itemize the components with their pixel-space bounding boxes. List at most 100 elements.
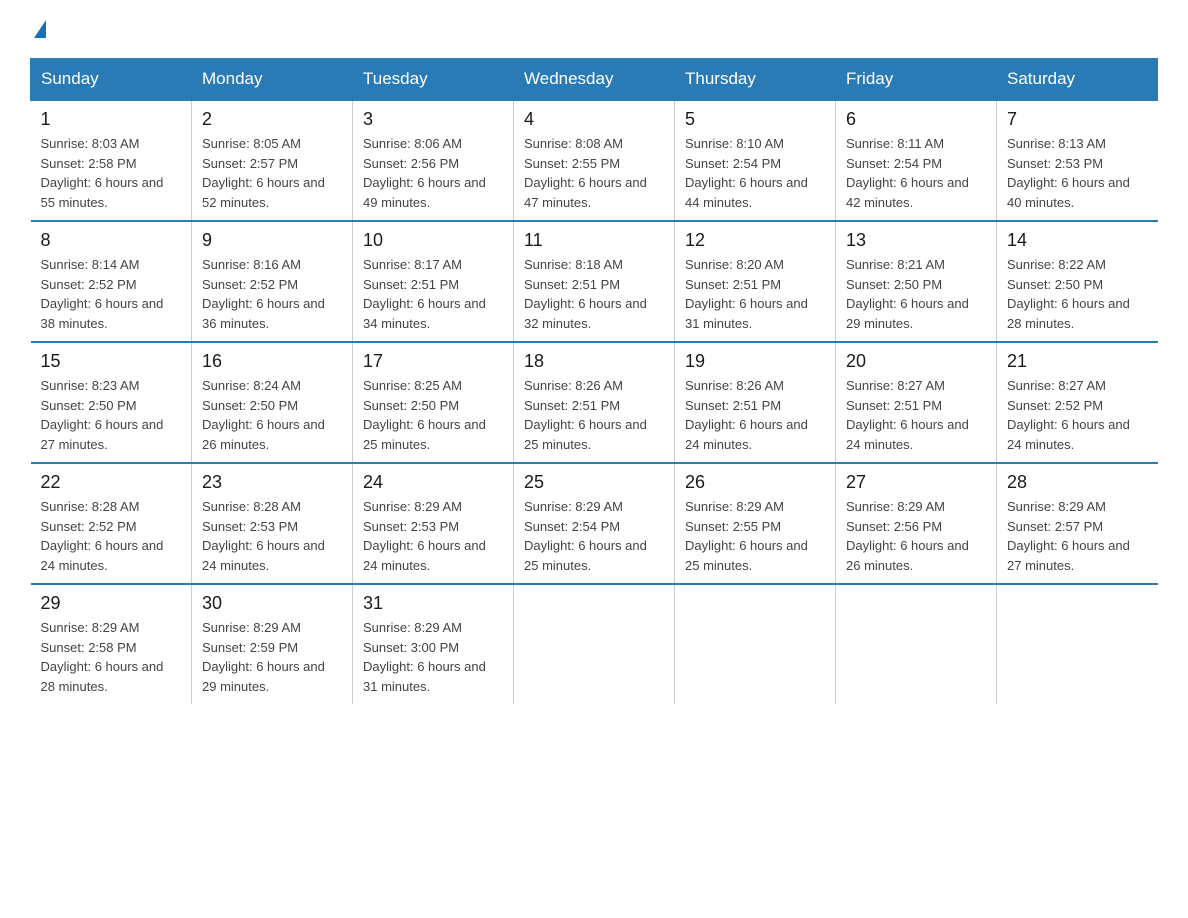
- day-info: Sunrise: 8:13 AMSunset: 2:53 PMDaylight:…: [1007, 134, 1148, 212]
- day-number: 1: [41, 109, 182, 130]
- calendar-cell: 12 Sunrise: 8:20 AMSunset: 2:51 PMDayligh…: [675, 221, 836, 342]
- day-number: 15: [41, 351, 182, 372]
- day-info: Sunrise: 8:18 AMSunset: 2:51 PMDaylight:…: [524, 255, 664, 333]
- day-info: Sunrise: 8:08 AMSunset: 2:55 PMDaylight:…: [524, 134, 664, 212]
- day-number: 30: [202, 593, 342, 614]
- day-info: Sunrise: 8:11 AMSunset: 2:54 PMDaylight:…: [846, 134, 986, 212]
- day-number: 28: [1007, 472, 1148, 493]
- calendar-cell: 13 Sunrise: 8:21 AMSunset: 2:50 PMDayligh…: [836, 221, 997, 342]
- calendar-cell: 19 Sunrise: 8:26 AMSunset: 2:51 PMDayligh…: [675, 342, 836, 463]
- calendar-cell: 15 Sunrise: 8:23 AMSunset: 2:50 PMDayligh…: [31, 342, 192, 463]
- day-info: Sunrise: 8:29 AMSunset: 2:59 PMDaylight:…: [202, 618, 342, 696]
- calendar-cell: 20 Sunrise: 8:27 AMSunset: 2:51 PMDayligh…: [836, 342, 997, 463]
- day-number: 14: [1007, 230, 1148, 251]
- day-number: 16: [202, 351, 342, 372]
- day-info: Sunrise: 8:20 AMSunset: 2:51 PMDaylight:…: [685, 255, 825, 333]
- week-row-5: 29 Sunrise: 8:29 AMSunset: 2:58 PMDayligh…: [31, 584, 1158, 704]
- day-info: Sunrise: 8:17 AMSunset: 2:51 PMDaylight:…: [363, 255, 503, 333]
- day-info: Sunrise: 8:29 AMSunset: 2:56 PMDaylight:…: [846, 497, 986, 575]
- day-number: 4: [524, 109, 664, 130]
- calendar-cell: 17 Sunrise: 8:25 AMSunset: 2:50 PMDayligh…: [353, 342, 514, 463]
- day-number: 11: [524, 230, 664, 251]
- calendar-table: SundayMondayTuesdayWednesdayThursdayFrid…: [30, 58, 1158, 704]
- day-info: Sunrise: 8:10 AMSunset: 2:54 PMDaylight:…: [685, 134, 825, 212]
- week-row-4: 22 Sunrise: 8:28 AMSunset: 2:52 PMDayligh…: [31, 463, 1158, 584]
- calendar-cell: 18Sunrise: 8:26 AMSunset: 2:51 PMDayligh…: [514, 342, 675, 463]
- day-number: 27: [846, 472, 986, 493]
- page-header: [30, 20, 1158, 38]
- day-info: Sunrise: 8:29 AMSunset: 2:57 PMDaylight:…: [1007, 497, 1148, 575]
- day-info: Sunrise: 8:03 AMSunset: 2:58 PMDaylight:…: [41, 134, 182, 212]
- day-info: Sunrise: 8:24 AMSunset: 2:50 PMDaylight:…: [202, 376, 342, 454]
- calendar-header-row: SundayMondayTuesdayWednesdayThursdayFrid…: [31, 59, 1158, 101]
- calendar-cell: 30 Sunrise: 8:29 AMSunset: 2:59 PMDayligh…: [192, 584, 353, 704]
- day-header-tuesday: Tuesday: [353, 59, 514, 101]
- day-info: Sunrise: 8:25 AMSunset: 2:50 PMDaylight:…: [363, 376, 503, 454]
- day-header-thursday: Thursday: [675, 59, 836, 101]
- calendar-cell: 16 Sunrise: 8:24 AMSunset: 2:50 PMDayligh…: [192, 342, 353, 463]
- day-number: 21: [1007, 351, 1148, 372]
- day-number: 6: [846, 109, 986, 130]
- calendar-cell: 1 Sunrise: 8:03 AMSunset: 2:58 PMDaylight…: [31, 100, 192, 221]
- day-number: 24: [363, 472, 503, 493]
- day-header-saturday: Saturday: [997, 59, 1158, 101]
- day-info: Sunrise: 8:27 AMSunset: 2:51 PMDaylight:…: [846, 376, 986, 454]
- day-info: Sunrise: 8:29 AMSunset: 2:54 PMDaylight:…: [524, 497, 664, 575]
- logo-triangle-icon: [34, 20, 46, 38]
- week-row-3: 15 Sunrise: 8:23 AMSunset: 2:50 PMDayligh…: [31, 342, 1158, 463]
- calendar-cell: 7Sunrise: 8:13 AMSunset: 2:53 PMDaylight…: [997, 100, 1158, 221]
- day-number: 29: [41, 593, 182, 614]
- calendar-cell: 4 Sunrise: 8:08 AMSunset: 2:55 PMDaylight…: [514, 100, 675, 221]
- day-number: 25: [524, 472, 664, 493]
- day-info: Sunrise: 8:26 AMSunset: 2:51 PMDaylight:…: [685, 376, 825, 454]
- day-header-friday: Friday: [836, 59, 997, 101]
- calendar-cell: 22 Sunrise: 8:28 AMSunset: 2:52 PMDayligh…: [31, 463, 192, 584]
- day-info: Sunrise: 8:29 AMSunset: 2:55 PMDaylight:…: [685, 497, 825, 575]
- day-info: Sunrise: 8:29 AMSunset: 2:53 PMDaylight:…: [363, 497, 503, 575]
- day-number: 3: [363, 109, 503, 130]
- day-number: 19: [685, 351, 825, 372]
- week-row-1: 1 Sunrise: 8:03 AMSunset: 2:58 PMDaylight…: [31, 100, 1158, 221]
- calendar-cell: [997, 584, 1158, 704]
- day-number: 31: [363, 593, 503, 614]
- day-header-wednesday: Wednesday: [514, 59, 675, 101]
- calendar-cell: 27 Sunrise: 8:29 AMSunset: 2:56 PMDayligh…: [836, 463, 997, 584]
- day-info: Sunrise: 8:29 AMSunset: 3:00 PMDaylight:…: [363, 618, 503, 696]
- day-info: Sunrise: 8:05 AMSunset: 2:57 PMDaylight:…: [202, 134, 342, 212]
- calendar-cell: 26 Sunrise: 8:29 AMSunset: 2:55 PMDayligh…: [675, 463, 836, 584]
- day-number: 9: [202, 230, 342, 251]
- day-number: 10: [363, 230, 503, 251]
- week-row-2: 8 Sunrise: 8:14 AMSunset: 2:52 PMDaylight…: [31, 221, 1158, 342]
- day-header-sunday: Sunday: [31, 59, 192, 101]
- day-number: 12: [685, 230, 825, 251]
- calendar-cell: 3Sunrise: 8:06 AMSunset: 2:56 PMDaylight…: [353, 100, 514, 221]
- day-number: 13: [846, 230, 986, 251]
- calendar-cell: 23 Sunrise: 8:28 AMSunset: 2:53 PMDayligh…: [192, 463, 353, 584]
- calendar-cell: 10 Sunrise: 8:17 AMSunset: 2:51 PMDayligh…: [353, 221, 514, 342]
- day-info: Sunrise: 8:14 AMSunset: 2:52 PMDaylight:…: [41, 255, 182, 333]
- day-number: 18: [524, 351, 664, 372]
- calendar-cell: 8 Sunrise: 8:14 AMSunset: 2:52 PMDaylight…: [31, 221, 192, 342]
- day-info: Sunrise: 8:27 AMSunset: 2:52 PMDaylight:…: [1007, 376, 1148, 454]
- day-info: Sunrise: 8:23 AMSunset: 2:50 PMDaylight:…: [41, 376, 182, 454]
- day-number: 17: [363, 351, 503, 372]
- day-info: Sunrise: 8:21 AMSunset: 2:50 PMDaylight:…: [846, 255, 986, 333]
- day-number: 8: [41, 230, 182, 251]
- day-number: 26: [685, 472, 825, 493]
- day-info: Sunrise: 8:28 AMSunset: 2:52 PMDaylight:…: [41, 497, 182, 575]
- calendar-cell: 31 Sunrise: 8:29 AMSunset: 3:00 PMDayligh…: [353, 584, 514, 704]
- calendar-cell: 28 Sunrise: 8:29 AMSunset: 2:57 PMDayligh…: [997, 463, 1158, 584]
- day-number: 22: [41, 472, 182, 493]
- day-info: Sunrise: 8:28 AMSunset: 2:53 PMDaylight:…: [202, 497, 342, 575]
- day-number: 23: [202, 472, 342, 493]
- calendar-cell: 21 Sunrise: 8:27 AMSunset: 2:52 PMDayligh…: [997, 342, 1158, 463]
- calendar-cell: 6 Sunrise: 8:11 AMSunset: 2:54 PMDaylight…: [836, 100, 997, 221]
- logo-blue: [30, 20, 46, 38]
- day-number: 20: [846, 351, 986, 372]
- day-info: Sunrise: 8:16 AMSunset: 2:52 PMDaylight:…: [202, 255, 342, 333]
- calendar-cell: 29 Sunrise: 8:29 AMSunset: 2:58 PMDayligh…: [31, 584, 192, 704]
- day-number: 2: [202, 109, 342, 130]
- calendar-cell: [836, 584, 997, 704]
- day-info: Sunrise: 8:29 AMSunset: 2:58 PMDaylight:…: [41, 618, 182, 696]
- day-number: 5: [685, 109, 825, 130]
